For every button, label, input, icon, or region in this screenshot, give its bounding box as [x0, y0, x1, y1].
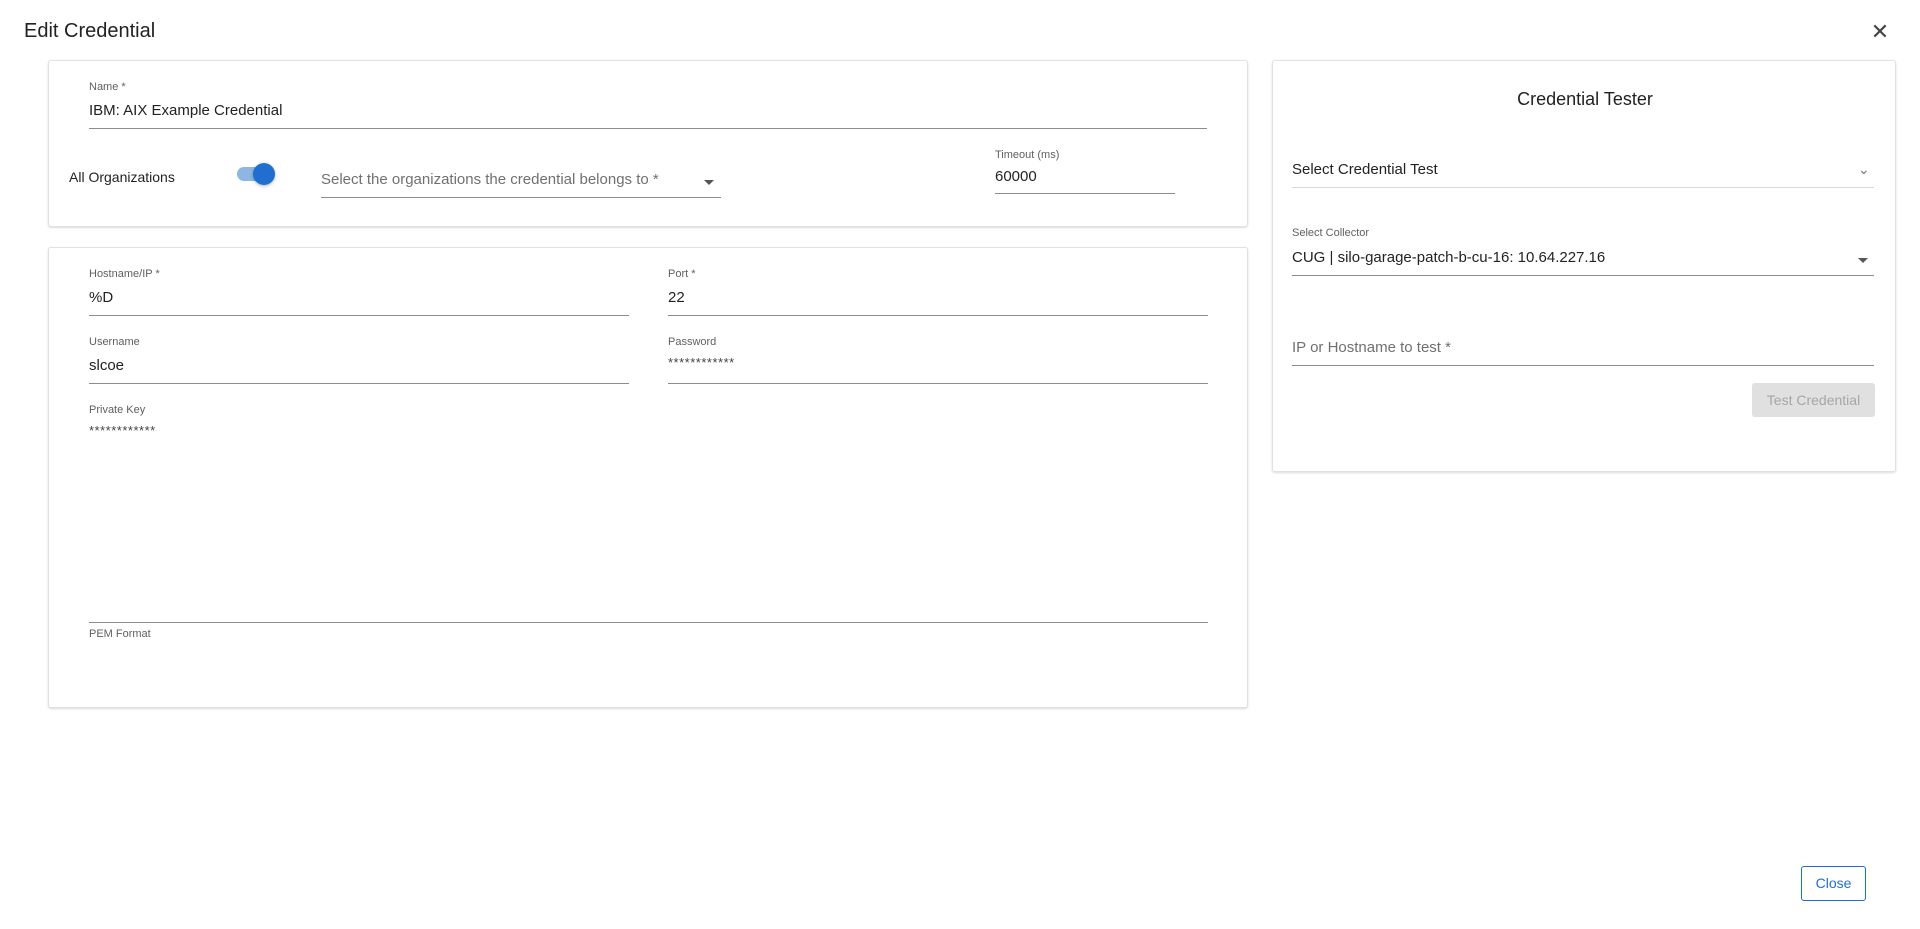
private-key-helper-text: PEM Format: [89, 628, 151, 640]
name-underline: [89, 128, 1207, 129]
ip-hostname-underline: [1292, 365, 1874, 366]
ip-hostname-input[interactable]: IP or Hostname to test *: [1292, 339, 1451, 356]
close-icon[interactable]: ✕: [1868, 20, 1892, 44]
port-underline: [668, 315, 1208, 316]
credential-test-select[interactable]: Select Credential Test: [1292, 161, 1438, 178]
password-field[interactable]: ************: [668, 355, 735, 370]
close-button[interactable]: Close: [1801, 866, 1866, 901]
port-field[interactable]: 22: [668, 289, 685, 306]
username-field[interactable]: slcoe: [89, 357, 124, 374]
chevron-down-icon[interactable]: ⌄: [1858, 161, 1870, 178]
collector-dropdown-icon[interactable]: [1858, 258, 1868, 263]
timeout-underline: [995, 193, 1175, 194]
organizations-dropdown-icon[interactable]: [704, 180, 714, 185]
private-key-label: Private Key: [89, 404, 146, 416]
all-organizations-toggle[interactable]: [235, 163, 275, 185]
toggle-thumb: [253, 163, 275, 185]
username-label: Username: [89, 336, 140, 348]
username-underline: [89, 383, 629, 384]
name-label: Name *: [89, 81, 126, 93]
private-key-underline: [89, 622, 1208, 623]
timeout-field[interactable]: 60000: [995, 168, 1037, 185]
credential-test-underline: [1292, 187, 1874, 188]
organizations-underline: [321, 197, 721, 198]
name-field[interactable]: IBM: AIX Example Credential: [89, 102, 282, 119]
collector-label: Select Collector: [1292, 227, 1370, 239]
dialog-title: Edit Credential: [24, 20, 156, 42]
general-settings-card: Name * IBM: AIX Example Credential All O…: [48, 60, 1248, 227]
connection-settings-card: Hostname/IP * %D Port * 22 Username slco…: [48, 247, 1248, 708]
edit-credential-dialog: Edit Credential ✕ Name * IBM: AIX Exampl…: [0, 0, 1920, 929]
collector-underline: [1292, 275, 1874, 276]
collector-select[interactable]: CUG | silo-garage-patch-b-cu-16: 10.64.2…: [1292, 249, 1605, 266]
hostname-field[interactable]: %D: [89, 289, 113, 306]
credential-tester-card: Credential Tester Select Credential Test…: [1272, 60, 1896, 472]
password-label: Password: [668, 336, 717, 348]
tester-title: Credential Tester: [1517, 89, 1653, 109]
private-key-field[interactable]: ************: [89, 423, 156, 438]
timeout-label: Timeout (ms): [995, 149, 1060, 161]
hostname-label: Hostname/IP *: [89, 268, 160, 280]
password-underline: [668, 383, 1208, 384]
organizations-select[interactable]: Select the organizations the credential …: [321, 171, 659, 188]
all-organizations-label: All Organizations: [69, 169, 175, 185]
test-credential-button[interactable]: Test Credential: [1752, 383, 1875, 417]
port-label: Port *: [668, 268, 696, 280]
hostname-underline: [89, 315, 629, 316]
